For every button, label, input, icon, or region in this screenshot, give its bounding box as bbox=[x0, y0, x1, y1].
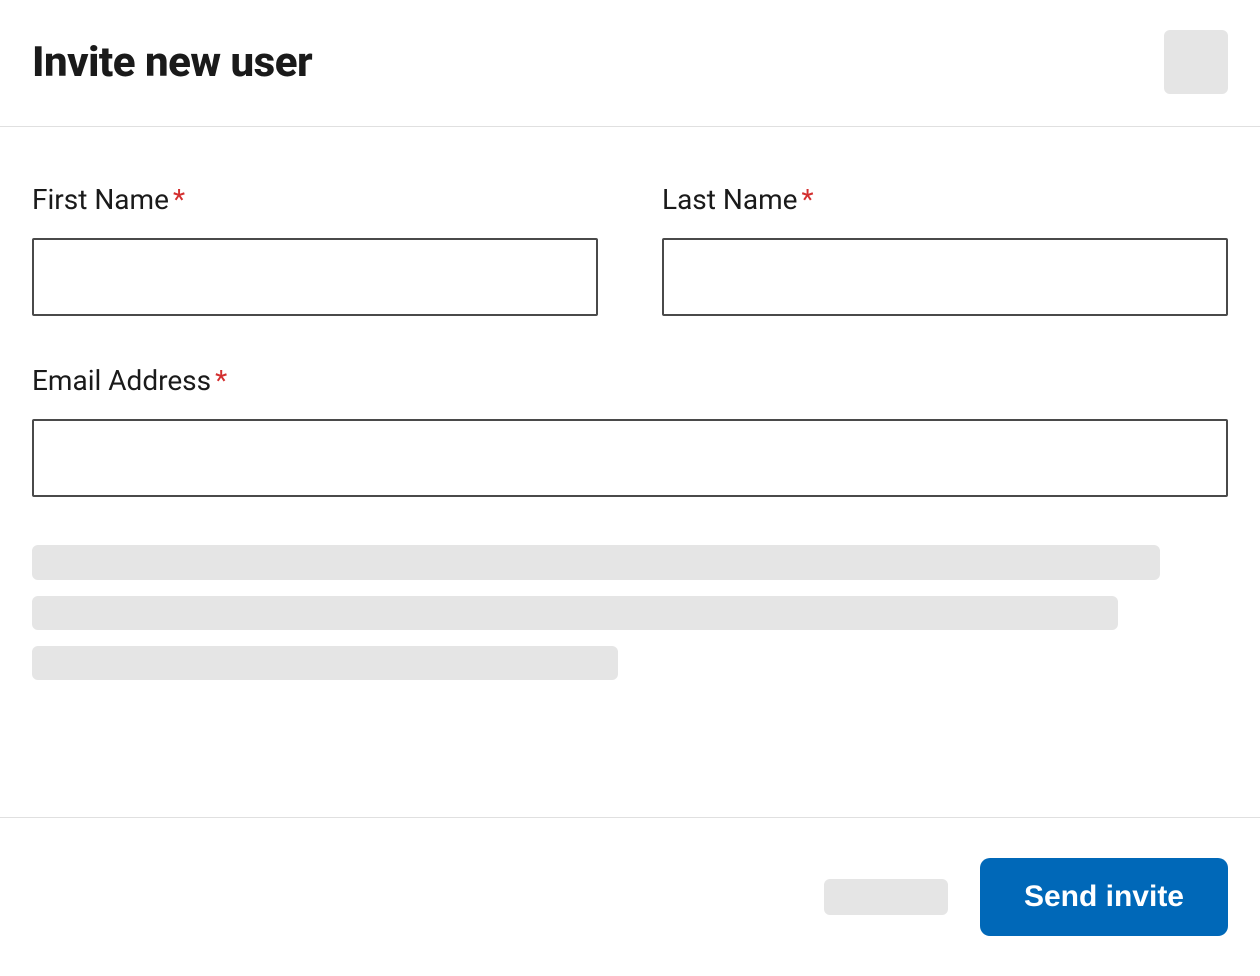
first-name-input[interactable] bbox=[32, 238, 598, 316]
form-group-first-name: First Name* bbox=[32, 183, 598, 316]
last-name-input[interactable] bbox=[662, 238, 1228, 316]
form-row-email: Email Address* bbox=[32, 364, 1228, 497]
close-button[interactable] bbox=[1164, 30, 1228, 94]
required-asterisk: * bbox=[215, 364, 227, 397]
cancel-button[interactable] bbox=[824, 879, 948, 915]
modal-title: Invite new user bbox=[32, 38, 312, 87]
send-invite-button[interactable]: Send invite bbox=[980, 858, 1228, 936]
required-asterisk: * bbox=[173, 183, 185, 216]
skeleton-line bbox=[32, 545, 1160, 580]
invite-user-modal: Invite new user First Name* Last Name* E… bbox=[0, 0, 1260, 976]
last-name-label-text: Last Name bbox=[662, 183, 797, 216]
skeleton-line bbox=[32, 596, 1118, 630]
form-group-email: Email Address* bbox=[32, 364, 1228, 497]
modal-footer: Send invite bbox=[0, 817, 1260, 976]
email-label-text: Email Address bbox=[32, 364, 211, 397]
form-group-last-name: Last Name* bbox=[662, 183, 1228, 316]
skeleton-line bbox=[32, 646, 618, 680]
required-asterisk: * bbox=[801, 183, 813, 216]
form-row-name: First Name* Last Name* bbox=[32, 183, 1228, 316]
first-name-label-text: First Name bbox=[32, 183, 169, 216]
modal-header: Invite new user bbox=[0, 0, 1260, 127]
email-label: Email Address* bbox=[32, 364, 1228, 397]
first-name-label: First Name* bbox=[32, 183, 598, 216]
last-name-label: Last Name* bbox=[662, 183, 1228, 216]
email-input[interactable] bbox=[32, 419, 1228, 497]
modal-body: First Name* Last Name* Email Address* bbox=[0, 127, 1260, 817]
skeleton-placeholder bbox=[32, 545, 1228, 680]
